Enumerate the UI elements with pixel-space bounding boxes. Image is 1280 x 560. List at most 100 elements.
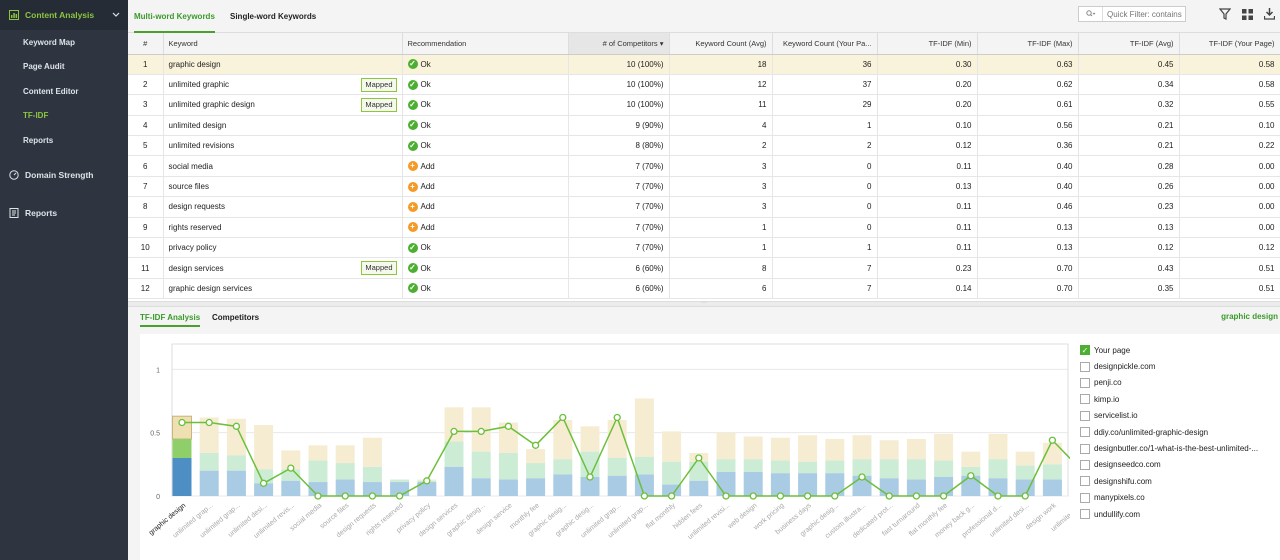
bar-min: [553, 474, 573, 496]
bar-avg: [770, 460, 790, 474]
table-row[interactable]: 7 source files + Add 7 (70%) 3 0 0.13 0.40 0.26 0.…: [128, 176, 1280, 198]
legend-item[interactable]: ✓ Your page: [1080, 342, 1280, 358]
sidebar-item-page-audit[interactable]: Page Audit: [0, 55, 128, 80]
tab-multi-word-keywords[interactable]: Multi-word Keywords: [134, 0, 215, 33]
column-header-keyword-count-avg[interactable]: Keyword Count (Avg): [669, 33, 773, 55]
sidebar-group-reports[interactable]: Reports: [0, 198, 128, 228]
your-page-point: [994, 492, 1002, 500]
your-page-point: [559, 413, 567, 422]
tab-tf-idf-analysis[interactable]: TF-IDF Analysis: [140, 307, 201, 327]
grid-view-icon[interactable]: [1240, 7, 1254, 21]
bar-max: [798, 435, 818, 462]
checkbox[interactable]: [1080, 361, 1090, 372]
legend-item[interactable]: designseedco.com: [1080, 457, 1280, 473]
keyword-count-your-page-cell: 0: [772, 196, 878, 218]
legend-item[interactable]: undullify.com: [1080, 506, 1280, 522]
row-index: 10: [128, 237, 164, 259]
column-header-tfidf-min[interactable]: TF-IDF (Min): [877, 33, 978, 55]
bar-min: [498, 479, 518, 496]
checkbox[interactable]: [1080, 443, 1090, 454]
legend-item[interactable]: designshifu.com: [1080, 473, 1280, 489]
legend-item[interactable]: designbutler.co/1-what-is-the-best-unlim…: [1080, 440, 1280, 456]
your-page-point: [967, 472, 975, 480]
bar-avg: [906, 459, 926, 480]
sidebar-group-domain-strength[interactable]: Domain Strength: [0, 160, 128, 190]
bar-avg: [716, 459, 736, 472]
legend-label: manypixels.co: [1094, 493, 1145, 503]
column-header-tfidf-max[interactable]: TF-IDF (Max): [977, 33, 1079, 55]
sidebar-item-reports[interactable]: Reports: [0, 128, 128, 153]
export-icon[interactable]: [1262, 7, 1276, 21]
legend-item[interactable]: kimp.io: [1080, 391, 1280, 407]
keywords-table: # Keyword Recommendation # of Competitor…: [128, 33, 1280, 301]
table-row[interactable]: 6 social media + Add 7 (70%) 3 0 0.11 0.40 0.28 0.…: [128, 155, 1280, 177]
bar-max: [879, 440, 899, 460]
your-page-point: [178, 418, 186, 427]
your-page-point: [368, 492, 377, 500]
recommendation-text: Ok: [420, 80, 431, 90]
check-circle-icon: ✓: [407, 263, 418, 274]
table-row[interactable]: 4 unlimited design ✓ Ok 9 (90%) 4 1 0.10 0.56 0.2…: [128, 115, 1280, 137]
legend-item[interactable]: ddiy.co/unlimited-graphic-design: [1080, 424, 1280, 440]
recommendation-cell: ✓ Ok: [402, 278, 569, 300]
table-row[interactable]: 5 unlimited revisions ✓ Ok 8 (80%) 2 2 0.12 0.36…: [128, 135, 1280, 157]
sidebar-item-tf-idf[interactable]: TF-IDF: [0, 104, 128, 129]
checkbox[interactable]: ✓: [1080, 345, 1090, 356]
column-header-keyword-count-your-page[interactable]: Keyword Count (Your Pa...: [772, 33, 878, 55]
bar-min: [281, 480, 301, 496]
tfidf-avg-cell: 0.32: [1078, 94, 1180, 116]
table-row[interactable]: 11 design services Mapped ✓ Ok 6 (60%) 8 7 0.23 0…: [128, 257, 1280, 279]
table-row[interactable]: 1 graphic design ✓ Ok 10 (100%) 18 36 0.30 0.63 0…: [128, 54, 1280, 75]
column-header-index[interactable]: #: [128, 33, 164, 55]
bar-avg: [580, 451, 600, 477]
search-icon[interactable]: [1079, 7, 1103, 21]
your-page-point: [232, 422, 241, 430]
bar-max: [961, 451, 981, 467]
bar-min: [1042, 479, 1062, 496]
bar-avg: [308, 460, 328, 483]
bar-max: [553, 420, 573, 460]
keyword-text: social media: [168, 161, 213, 171]
tfidf-max-cell: 0.40: [977, 155, 1079, 177]
legend-item[interactable]: manypixels.co: [1080, 490, 1280, 506]
tab-competitors[interactable]: Competitors: [212, 307, 259, 327]
checkbox[interactable]: [1080, 377, 1090, 388]
filter-icon[interactable]: [1218, 7, 1232, 21]
tfidf-max-cell: 0.13: [977, 237, 1079, 259]
table-row[interactable]: 8 design requests + Add 7 (70%) 3 0 0.11 0.46 0.2…: [128, 196, 1280, 218]
sidebar-item-content-editor[interactable]: Content Editor: [0, 79, 128, 104]
bar-min: [444, 466, 464, 496]
checkbox[interactable]: [1080, 459, 1090, 470]
checkbox[interactable]: [1080, 410, 1090, 421]
check-circle-icon: ✓: [407, 59, 418, 70]
bar-max: [662, 431, 682, 462]
legend-item[interactable]: designpickle.com: [1080, 358, 1280, 374]
checkbox[interactable]: [1080, 394, 1090, 405]
column-header-keyword[interactable]: Keyword: [163, 33, 403, 55]
recommendation-text: Ok: [420, 141, 431, 151]
quick-filter-input[interactable]: [1103, 7, 1183, 21]
plus-circle-icon: +: [407, 222, 418, 233]
bar-avg: [553, 459, 573, 475]
legend-item[interactable]: penji.co: [1080, 375, 1280, 391]
column-header-competitors[interactable]: # of Competitors ▾: [568, 33, 670, 55]
table-row[interactable]: 10 privacy policy ✓ Ok 7 (70%) 1 1 0.11 0.13 0.12…: [128, 237, 1280, 259]
checkbox[interactable]: [1080, 476, 1090, 487]
tfidf-min-cell: 0.20: [877, 94, 978, 116]
table-row[interactable]: 9 rights reserved + Add 7 (70%) 1 0 0.11 0.13 0.1…: [128, 217, 1280, 239]
tfidf-avg-cell: 0.12: [1078, 237, 1180, 259]
tab-single-word-keywords[interactable]: Single-word Keywords: [230, 0, 316, 33]
checkbox[interactable]: [1080, 427, 1090, 438]
table-row[interactable]: 3 unlimited graphic design Mapped ✓ Ok 10 (10…: [128, 94, 1280, 116]
column-header-tfidf-avg[interactable]: TF-IDF (Avg): [1078, 33, 1180, 55]
table-row[interactable]: 2 unlimited graphic Mapped ✓ Ok 10 (100%) 12 37…: [128, 74, 1280, 96]
checkbox[interactable]: [1080, 492, 1090, 503]
column-header-recommendation[interactable]: Recommendation: [402, 33, 569, 55]
tfidf-avg-cell: 0.28: [1078, 155, 1180, 177]
column-header-tfidf-your-page[interactable]: TF-IDF (Your Page): [1179, 33, 1280, 55]
sidebar-group-content-analysis[interactable]: Content Analysis: [0, 0, 128, 30]
table-row[interactable]: 12 graphic design services ✓ Ok 6 (60%) 6 7 0.1…: [128, 278, 1280, 300]
legend-item[interactable]: servicelist.io: [1080, 408, 1280, 424]
sidebar-item-keyword-map[interactable]: Keyword Map: [0, 30, 128, 55]
checkbox[interactable]: [1080, 509, 1090, 520]
